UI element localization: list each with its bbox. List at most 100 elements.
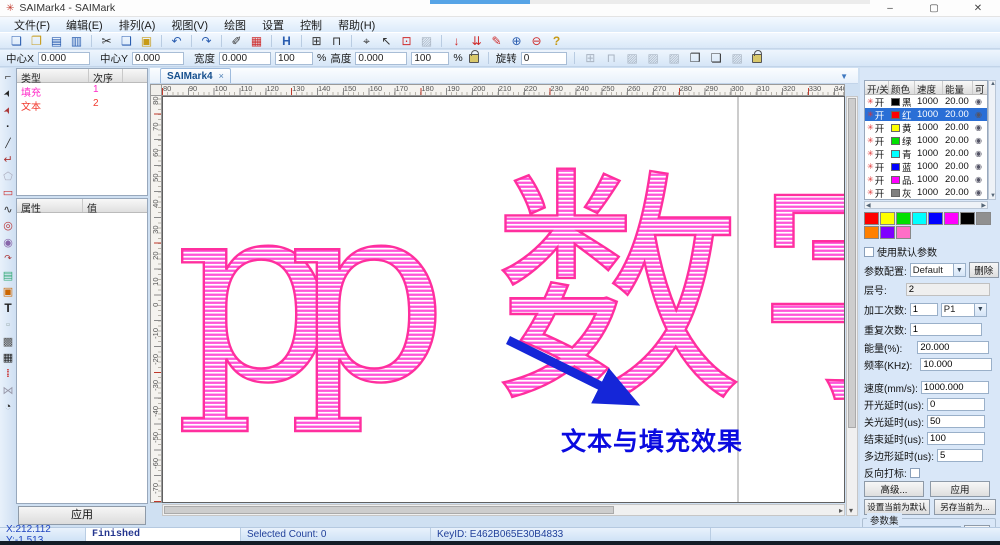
save-as-icon[interactable] — [68, 33, 85, 48]
snap-tool-icon[interactable] — [1, 70, 15, 84]
group-icon[interactable] — [687, 51, 704, 66]
palette-swatch[interactable] — [928, 212, 943, 225]
layer-row[interactable]: ✳开 蓝 1000 20.00 ◉ — [865, 160, 987, 173]
polygon-tool-icon[interactable] — [1, 169, 15, 183]
speed-input[interactable] — [921, 381, 989, 394]
curve-tool-icon[interactable] — [1, 202, 15, 216]
object-list-header-type[interactable]: 类型 — [17, 69, 89, 82]
document-tab-label[interactable]: SAIMark4 — [167, 71, 213, 82]
help-icon[interactable] — [548, 33, 565, 48]
apply-properties-button[interactable]: 应用 — [18, 506, 146, 525]
width-input[interactable] — [219, 52, 271, 65]
image-tool-icon[interactable] — [1, 268, 15, 282]
poly-delay-input[interactable] — [937, 449, 983, 462]
layer-row[interactable]: ✳开 品.. 1000 20.00 ◉ — [865, 173, 987, 186]
copy-icon[interactable] — [118, 33, 135, 48]
profile-select[interactable]: Default ▼ — [910, 263, 966, 277]
node-select-tool-icon[interactable] — [1, 103, 15, 117]
mark-start-icon[interactable] — [448, 33, 465, 48]
palette-swatch[interactable] — [976, 212, 991, 225]
node-edit-icon[interactable] — [228, 33, 245, 48]
object-list-header-order[interactable]: 次序 — [89, 69, 123, 82]
layer-visible-icon[interactable]: ◉ — [973, 97, 985, 106]
goto-frame-icon[interactable] — [398, 33, 415, 48]
new-file-icon[interactable] — [8, 33, 25, 48]
height-input[interactable] — [355, 52, 407, 65]
width-percent-input[interactable] — [275, 52, 313, 65]
aspect-lock-icon[interactable] — [469, 54, 479, 63]
scrollbar-thumb[interactable] — [848, 98, 856, 428]
mark-pen-icon[interactable] — [488, 33, 505, 48]
layer-table-vscrollbar[interactable]: ▲▼ — [988, 80, 996, 200]
apply-params-button[interactable]: 应用 — [930, 481, 990, 497]
redo-icon[interactable] — [198, 33, 215, 48]
repeat-input[interactable] — [910, 323, 982, 336]
layer-row[interactable]: ✳开 黄 1000 20.00 ◉ — [865, 121, 987, 134]
drawing-canvas[interactable]: pp数字 文本与填充效果 — [162, 96, 845, 503]
save-current-as-button[interactable]: 另存当前为... — [934, 499, 996, 515]
chevron-down-icon[interactable]: ▼ — [974, 304, 986, 316]
layer-row[interactable]: ✳开 青 1000 20.00 ◉ — [865, 147, 987, 160]
align-center-icon[interactable] — [278, 33, 295, 48]
scroll-down-icon[interactable]: ▾ — [849, 506, 853, 515]
freq-input[interactable] — [920, 358, 992, 371]
menu-item[interactable]: 设置 — [254, 17, 292, 33]
point-tool-icon[interactable] — [1, 120, 15, 134]
height-percent-input[interactable] — [411, 52, 449, 65]
tab-close-icon[interactable]: × — [219, 71, 224, 81]
center-y-input[interactable] — [132, 52, 184, 65]
layer-visible-icon[interactable]: ◉ — [973, 123, 985, 132]
energy-input[interactable] — [917, 341, 989, 354]
layer-visible-icon[interactable]: ◉ — [973, 136, 985, 145]
hatch-fill-icon[interactable] — [248, 33, 265, 48]
object-list-row[interactable]: 文本 2 — [17, 97, 147, 111]
menu-item[interactable]: 编辑(E) — [58, 17, 111, 33]
layer-visible-icon[interactable]: ◉ — [973, 188, 985, 197]
close-button[interactable]: ✕ — [956, 0, 1000, 17]
layer-row[interactable]: ✳开 绿 1000 20.00 ◉ — [865, 134, 987, 147]
minimize-button[interactable]: – — [868, 0, 912, 17]
palette-swatch[interactable] — [944, 212, 959, 225]
barcode-tool-icon[interactable] — [1, 351, 15, 365]
cut-icon[interactable] — [98, 33, 115, 48]
save-file-icon[interactable] — [48, 33, 65, 48]
layer-visible-icon[interactable]: ◉ — [973, 110, 985, 119]
passes-profile-select[interactable]: P1 ▼ — [941, 303, 987, 317]
reverse-mark-checkbox[interactable] — [910, 468, 920, 478]
layer-row[interactable]: ✳开 灰 1000 20.00 ◉ — [865, 186, 987, 199]
rotate-input[interactable] — [521, 52, 567, 65]
palette-swatch[interactable] — [912, 212, 927, 225]
arc-tool-icon[interactable] — [1, 252, 15, 266]
center-x-input[interactable] — [38, 52, 90, 65]
paste-icon[interactable] — [138, 33, 155, 48]
header-energy[interactable]: 能量 — [943, 81, 973, 94]
polyline-tool-icon[interactable] — [1, 153, 15, 167]
palette-swatch[interactable] — [896, 212, 911, 225]
layer-row[interactable]: ✳开 黑 1000 20.00 ◉ — [865, 95, 987, 108]
laser-off-input[interactable] — [927, 415, 985, 428]
open-file-icon[interactable] — [28, 33, 45, 48]
ungroup-icon[interactable] — [708, 51, 725, 66]
zoom-tool-icon[interactable] — [358, 33, 375, 48]
menu-item[interactable]: 绘图 — [216, 17, 254, 33]
passes-input[interactable] — [910, 303, 938, 316]
scroll-right-icon[interactable]: ▸ — [839, 505, 843, 516]
menu-item[interactable]: 帮助(H) — [330, 17, 383, 33]
ellipse-tool-icon[interactable] — [1, 235, 15, 249]
select-tool-icon[interactable] — [1, 87, 15, 101]
document-tab[interactable]: SAIMark4 × — [160, 68, 231, 83]
rectangle-tool-icon[interactable] — [1, 186, 15, 200]
maximize-button[interactable]: ▢ — [912, 0, 956, 17]
delete-profile-button[interactable]: 删除 — [969, 262, 999, 278]
end-delay-input[interactable] — [927, 432, 985, 445]
bitmap-tool-icon[interactable] — [1, 285, 15, 299]
palette-swatch[interactable] — [864, 212, 879, 225]
palette-swatch[interactable] — [880, 226, 895, 239]
layer-visible-icon[interactable]: ◉ — [973, 175, 985, 184]
measure-icon[interactable] — [328, 33, 345, 48]
delay-tool-icon[interactable] — [1, 400, 15, 414]
layer-table-hscrollbar[interactable]: ◀▶ — [864, 201, 988, 209]
menu-item[interactable]: 视图(V) — [163, 17, 216, 33]
use-default-checkbox[interactable] — [864, 247, 874, 257]
line-tool-icon[interactable] — [1, 136, 15, 150]
